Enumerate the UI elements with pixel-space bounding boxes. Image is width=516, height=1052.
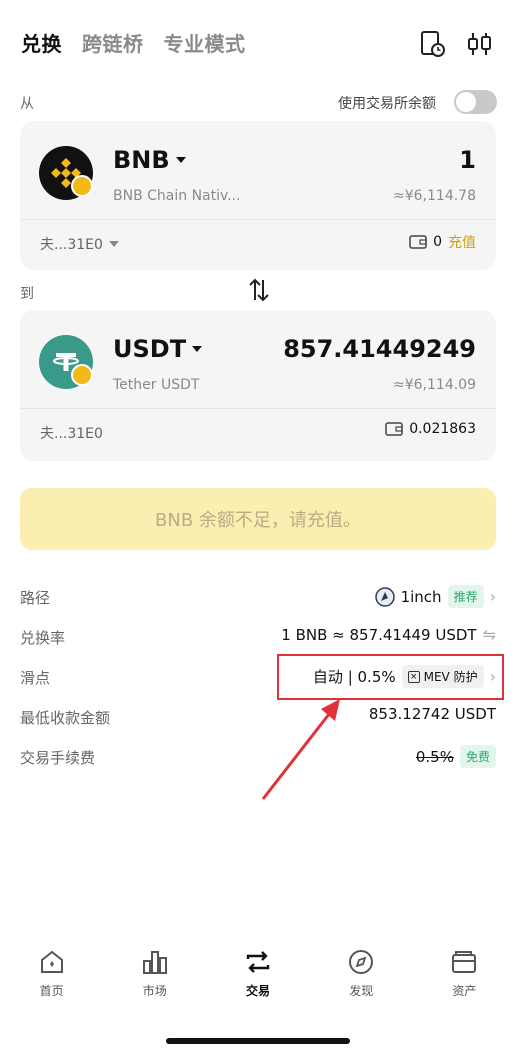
slippage-label: 滑点 xyxy=(20,669,51,687)
chevron-right-icon: › xyxy=(489,587,496,606)
min-receive-label: 最低收款金额 xyxy=(20,709,111,727)
free-badge: 免费 xyxy=(459,745,496,768)
chevron-down-icon xyxy=(175,157,186,163)
home-indicator xyxy=(166,1038,350,1044)
rate-row: 兑换率 1 BNB ≈ 857.41449 USDT ⇋ xyxy=(20,625,496,649)
nav-trade[interactable]: 交易 xyxy=(206,948,309,1018)
nav-discover-label: 发现 xyxy=(349,984,374,998)
use-balance-label: 使用交易所余额 xyxy=(338,96,436,112)
1inch-logo-icon xyxy=(374,586,395,607)
to-token-symbol: USDT xyxy=(113,335,187,363)
chevron-down-icon xyxy=(108,241,119,247)
nav-discover[interactable]: 发现 xyxy=(310,948,413,1018)
to-wallet-address: 夫...31E0 xyxy=(40,426,103,442)
deposit-link[interactable]: 充值 xyxy=(448,232,476,252)
route-label: 路径 xyxy=(20,589,51,607)
annotation-arrow xyxy=(261,699,340,800)
trade-icon xyxy=(246,951,270,973)
from-token-selector[interactable]: BNB xyxy=(113,146,186,174)
min-receive-value: 853.12742 USDT xyxy=(368,705,496,723)
header-tabs: 兑换 跨链桥 专业模式 xyxy=(21,28,246,57)
tab-swap[interactable]: 兑换 xyxy=(21,28,62,57)
insufficient-balance-button[interactable]: BNB 余额不足，请充值。 xyxy=(20,488,496,550)
from-fiat-value: ≈¥6,114.78 xyxy=(393,188,476,204)
highlight-box xyxy=(277,654,504,700)
divider xyxy=(20,408,496,409)
from-balance: 0 充值 xyxy=(409,232,476,252)
divider xyxy=(20,219,496,220)
tab-bridge[interactable]: 跨链桥 xyxy=(82,28,144,57)
nav-market[interactable]: 市场 xyxy=(103,948,206,1018)
history-icon[interactable] xyxy=(420,30,446,58)
fee-label: 交易手续费 xyxy=(20,749,96,767)
swap-arrows-icon xyxy=(249,278,269,302)
nav-assets[interactable]: 资产 xyxy=(413,948,516,1018)
to-balance: 0.021863 xyxy=(385,421,476,437)
nav-assets-label: 资产 xyxy=(452,984,477,998)
nav-home-label: 首页 xyxy=(39,984,64,998)
to-token-fullname: Tether USDT xyxy=(113,377,200,393)
toggle-knob xyxy=(456,92,476,112)
to-balance-value: 0.021863 xyxy=(409,421,476,437)
to-label: 到 xyxy=(20,286,34,302)
route-value: 1inch xyxy=(400,587,442,606)
nav-market-label: 市场 xyxy=(142,984,167,998)
chevron-down-icon xyxy=(192,346,203,352)
home-icon xyxy=(40,950,63,973)
to-token-selector[interactable]: USDT xyxy=(113,335,203,363)
wallet-icon xyxy=(385,422,403,436)
rate-value: 1 BNB ≈ 857.41449 USDT xyxy=(281,625,477,644)
fee-value: 0.5% xyxy=(415,747,454,766)
from-wallet-selector[interactable]: 夫...31E0 xyxy=(40,234,119,254)
recommended-badge: 推荐 xyxy=(447,585,484,608)
bnb-chain-badge-icon xyxy=(71,175,93,197)
from-label: 从 xyxy=(20,96,34,112)
from-token-symbol: BNB xyxy=(113,146,170,174)
use-balance-toggle[interactable] xyxy=(454,90,497,114)
to-token-card: USDT Tether USDT 857.41449249 ≈¥6,114.09… xyxy=(20,310,496,461)
to-amount: 857.41449249 xyxy=(283,335,476,363)
nav-home[interactable]: 首页 xyxy=(0,948,103,1018)
tab-pro-mode[interactable]: 专业模式 xyxy=(164,28,246,57)
market-icon xyxy=(142,951,167,974)
from-wallet-address: 夫...31E0 xyxy=(40,237,103,253)
from-token-card: BNB BNB Chain Nativ... 1 ≈¥6,114.78 夫...… xyxy=(20,121,496,270)
swap-rate-icon[interactable]: ⇋ xyxy=(483,625,496,644)
from-amount-input[interactable]: 1 xyxy=(459,146,476,174)
to-fiat-value: ≈¥6,114.09 xyxy=(393,377,476,393)
compass-icon xyxy=(349,950,374,974)
bnb-chain-badge-icon xyxy=(71,364,93,386)
swap-direction-button[interactable] xyxy=(240,270,278,310)
wallet-icon xyxy=(452,951,477,973)
rate-label: 兑换率 xyxy=(20,629,66,647)
route-row[interactable]: 路径 1inch 推荐 › xyxy=(20,585,496,609)
from-token-fullname: BNB Chain Nativ... xyxy=(113,188,241,204)
filter-icon[interactable] xyxy=(467,31,493,57)
wallet-icon xyxy=(409,235,427,249)
bottom-nav: 首页 市场 交易 发现 资产 xyxy=(0,948,516,1018)
nav-trade-label: 交易 xyxy=(246,984,271,998)
from-balance-value: 0 xyxy=(433,234,442,250)
